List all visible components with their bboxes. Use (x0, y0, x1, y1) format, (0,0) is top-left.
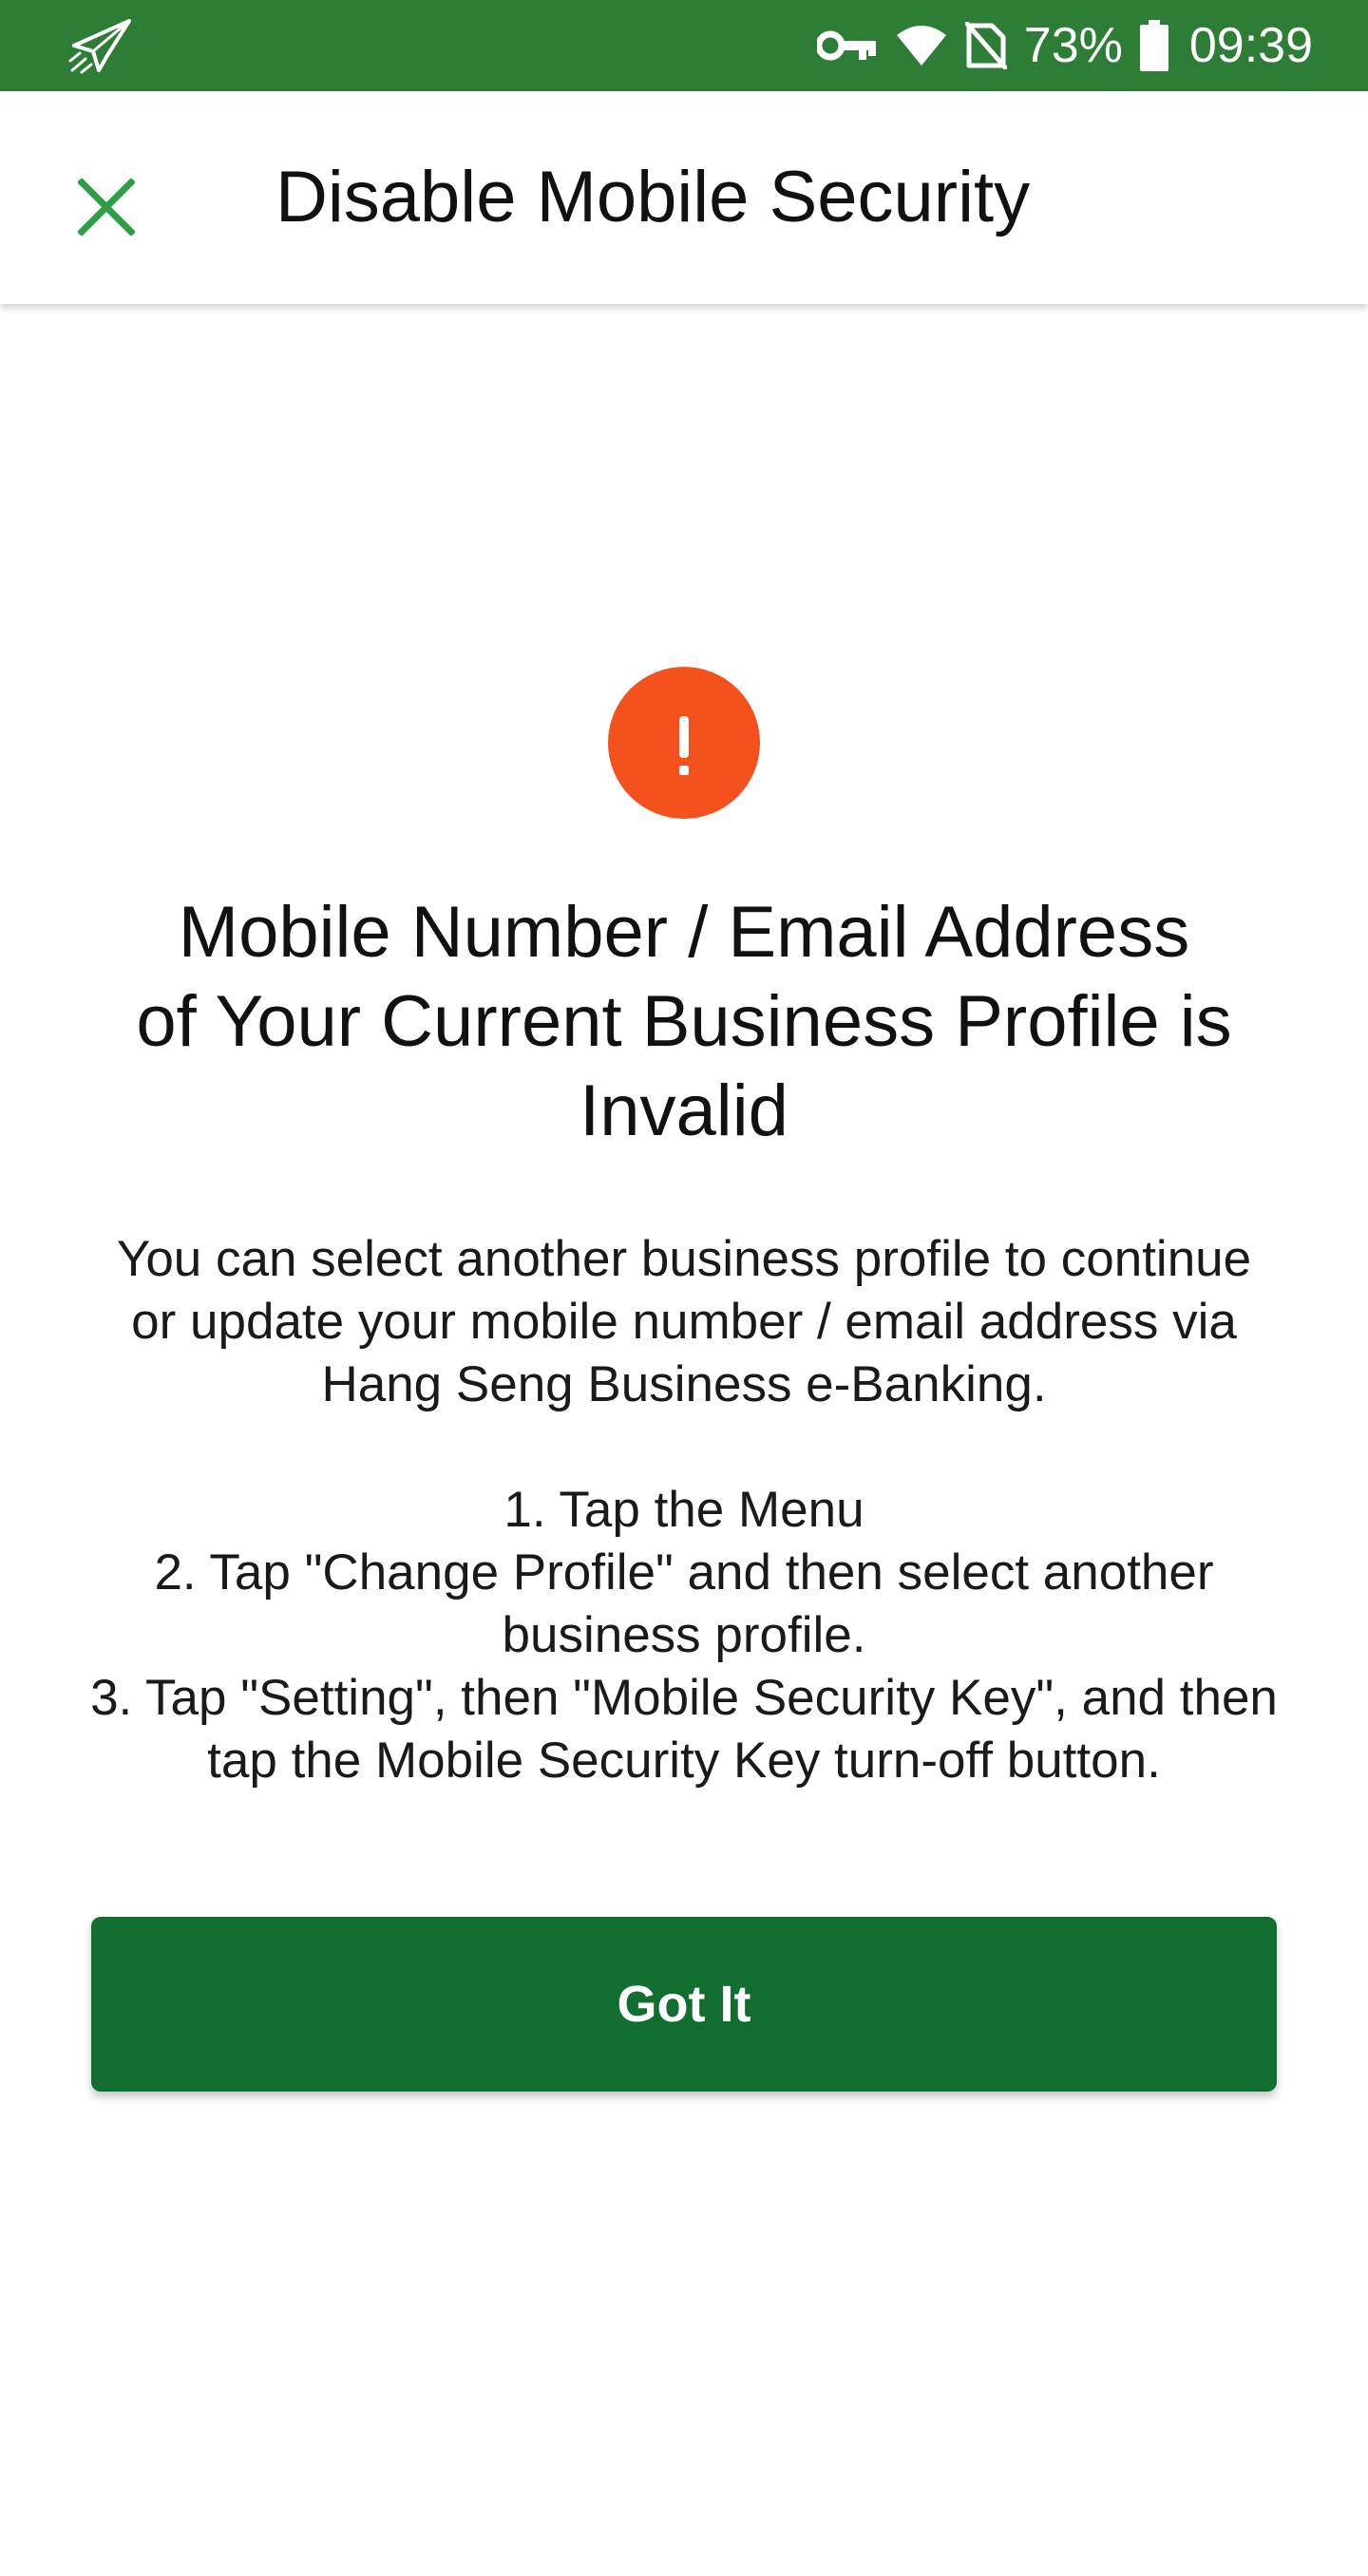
send-plane-icon (68, 17, 133, 74)
description-line: You can select another business profile … (116, 1231, 1252, 1287)
battery-percentage: 73% (1023, 18, 1123, 73)
battery-icon (1139, 20, 1168, 71)
error-headline: Mobile Number / Email Address of Your Cu… (76, 888, 1292, 1156)
close-button[interactable] (57, 158, 156, 256)
description-line: or update your mobile number / email add… (131, 1294, 1237, 1350)
clock: 09:39 (1188, 18, 1313, 73)
instructions: You can select another business profile … (57, 1228, 1311, 1792)
step-line: 3. Tap "Setting", then "Mobile Security … (90, 1670, 1278, 1726)
exclamation-icon (608, 667, 760, 819)
step-line: 2. Tap "Change Profile" and then select … (154, 1544, 1214, 1601)
app-bar: Disable Mobile Security (0, 91, 1368, 304)
screen: 73% 09:39 Disable Mobile Security Mobile (0, 0, 1368, 2576)
description-line: Hang Seng Business e-Banking. (321, 1356, 1047, 1412)
step-line: business profile. (502, 1607, 866, 1663)
vpn-key-icon (816, 27, 878, 65)
status-bar: 73% 09:39 (0, 0, 1368, 91)
no-sim-icon (964, 22, 1007, 69)
headline-line: Invalid (580, 1070, 788, 1151)
page-title: Disable Mobile Security (276, 157, 1031, 237)
headline-line: of Your Current Business Profile is (136, 981, 1232, 1062)
headline-line: Mobile Number / Email Address (178, 892, 1190, 973)
close-icon (78, 179, 135, 236)
status-icons: 73% 09:39 (816, 0, 1313, 91)
step-line: 1. Tap the Menu (504, 1482, 864, 1538)
step-line: tap the Mobile Security Key turn-off but… (207, 1733, 1161, 1789)
got-it-button[interactable]: Got It (91, 1917, 1277, 2092)
wifi-icon (895, 24, 948, 67)
